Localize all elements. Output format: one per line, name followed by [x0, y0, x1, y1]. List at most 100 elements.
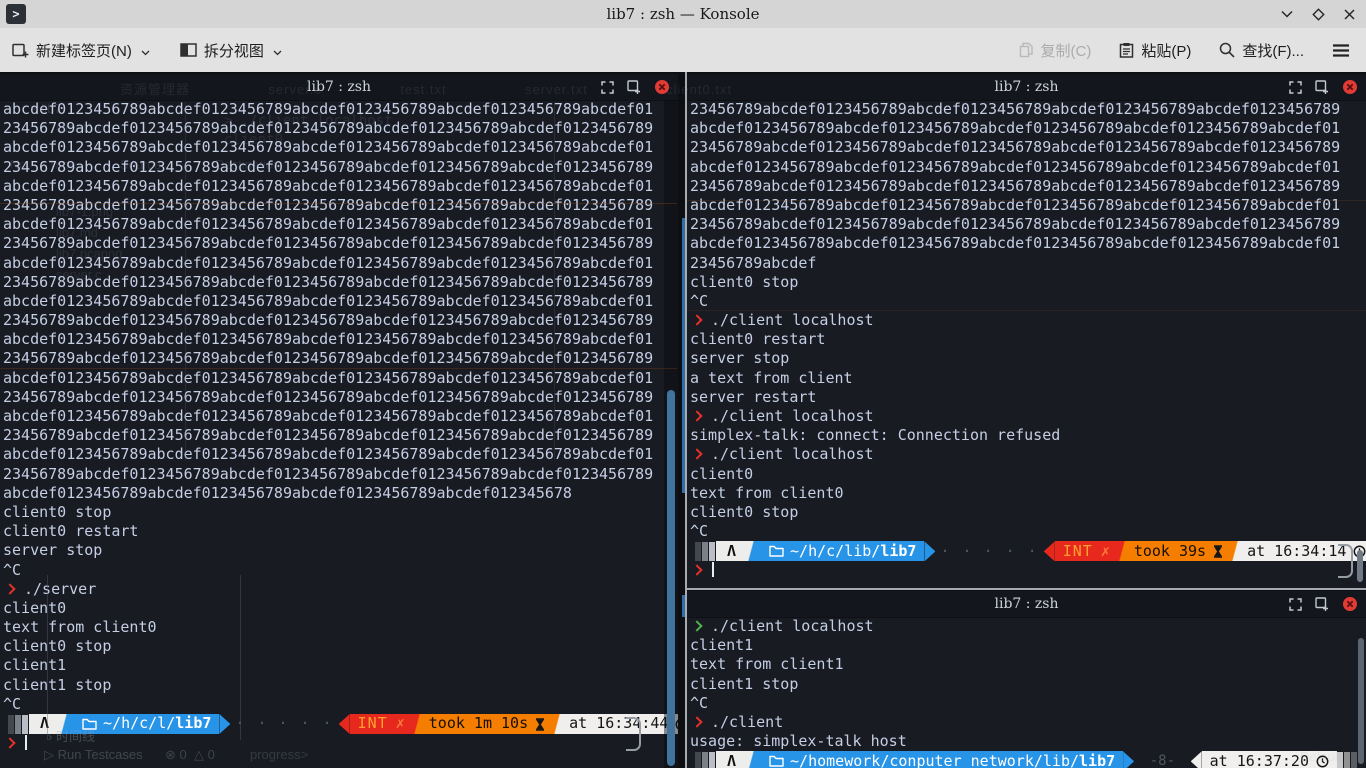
terminal-output-line: 23456789abcdef0123456789abcdef0123456789…	[3, 196, 678, 215]
terminal-input-line	[690, 561, 1366, 580]
split-view-button[interactable]: 拆分视图	[180, 40, 282, 61]
window-title: lib7 : zsh — Konsole	[0, 0, 1366, 28]
terminal-output-line: client0 restart	[690, 330, 1366, 349]
scrollbar-thumb-right-bottom-pane[interactable]	[1358, 638, 1364, 764]
copy-label: 复制(C)	[1041, 40, 1092, 61]
terminal-command-line: ./client localhost	[690, 311, 1366, 330]
scrollbar-thumb-right-top-pane[interactable]	[1357, 550, 1363, 582]
terminal-output-line: client0 stop	[690, 273, 1366, 292]
vertical-splitter[interactable]	[685, 72, 687, 768]
terminal-output-line: text from client0	[690, 484, 1366, 503]
prompt-chevron-icon	[691, 449, 702, 460]
close-icon	[1344, 9, 1355, 20]
terminal-pane-right-bottom: lib7 : zsh ./client localhostclient1text…	[687, 591, 1366, 768]
exit-status-segment: INT✗	[350, 714, 413, 734]
terminal-output-line: 23456789abcdef0123456789abcdef0123456789…	[3, 119, 678, 138]
terminal-output-line: 23456789abcdef0123456789abcdef0123456789…	[690, 215, 1366, 234]
prompt-chevron-icon	[691, 314, 702, 325]
terminal-output-line: 23456789abcdef0123456789abcdef0123456789…	[690, 100, 1366, 119]
text-cursor	[25, 735, 27, 750]
close-view-icon[interactable]	[1342, 79, 1358, 95]
terminal-output-line: 23456789abcdef0123456789abcdef0123456789…	[3, 273, 678, 292]
terminal-output-line: server stop	[3, 541, 678, 560]
chevron-down-icon	[1281, 10, 1293, 18]
terminal-command-line: ./client localhost	[690, 617, 1366, 636]
duration-segment: took 1m 10s	[421, 714, 553, 734]
terminal-command-line: ./client localhost	[690, 407, 1366, 426]
prompt-chevron-icon	[691, 620, 702, 631]
terminal-output-line: abcdef0123456789abcdef0123456789abcdef01…	[690, 158, 1366, 177]
copy-icon	[1019, 42, 1034, 58]
diamond-icon	[1312, 8, 1325, 21]
maximize-view-icon[interactable]	[601, 81, 614, 94]
menu-button[interactable]	[1332, 44, 1350, 57]
terminal-output[interactable]: 23456789abcdef0123456789abcdef0123456789…	[690, 100, 1366, 588]
find-button[interactable]: 查找(F)...	[1219, 40, 1304, 61]
titlebar[interactable]: > lib7 : zsh — Konsole	[0, 0, 1366, 29]
close-view-icon[interactable]	[654, 79, 670, 95]
terminal-output[interactable]: abcdef0123456789abcdef0123456789abcdef01…	[3, 100, 678, 768]
split-view-label: 拆分视图	[204, 40, 264, 61]
paste-button[interactable]: 粘贴(P)	[1119, 40, 1191, 61]
terminal-output-line: abcdef0123456789abcdef0123456789abcdef01…	[3, 254, 678, 273]
terminal-output-line: client1	[3, 656, 678, 675]
hamburger-icon	[1332, 44, 1350, 57]
os-logo-icon: Λ	[29, 714, 60, 734]
exit-status-segment: INT✗	[1055, 541, 1118, 561]
terminal-output-line: 23456789abcdef0123456789abcdef0123456789…	[3, 388, 678, 407]
close-button[interactable]	[1342, 7, 1356, 21]
terminal-output-line: abcdef0123456789abcdef0123456789abcdef01…	[3, 407, 678, 426]
terminal-output-line: abcdef0123456789abcdef0123456789abcdef01…	[3, 100, 678, 119]
paste-icon	[1119, 42, 1134, 58]
chevron-down-icon	[273, 50, 282, 56]
terminal-output-line: 23456789abcdef0123456789abcdef0123456789…	[3, 311, 678, 330]
terminal-output-line: abcdef0123456789abcdef0123456789abcdef01…	[3, 330, 678, 349]
copy-button: 复制(C)	[1019, 40, 1092, 61]
new-tab-button[interactable]: 新建标签页(N)	[12, 40, 150, 61]
prompt-bar: Λ~/homework/conputer_network/lib/lib7-8-…	[690, 751, 1366, 768]
maximize-view-icon[interactable]	[1289, 81, 1302, 94]
terminal-output-line: 23456789abcdef0123456789abcdef0123456789…	[3, 158, 678, 177]
terminal-output-line: ^C	[690, 694, 1366, 713]
terminal-output-line: ^C	[690, 292, 1366, 311]
detach-view-icon[interactable]	[1315, 597, 1329, 611]
terminal-output-line: abcdef0123456789abcdef0123456789abcdef01…	[3, 445, 678, 464]
search-icon	[1219, 42, 1235, 58]
terminal-output-line: abcdef0123456789abcdef0123456789abcdef01…	[3, 292, 678, 311]
terminal-output-line: text from client0	[3, 618, 678, 637]
prompt-frame-bracket	[626, 717, 641, 751]
detach-view-icon[interactable]	[1315, 80, 1329, 94]
duration-segment: took 39s	[1126, 541, 1231, 561]
terminal-pane-left: lib7 : zsh abcdef0123456789abcdef0123456…	[0, 74, 678, 768]
maximize-button[interactable]	[1311, 7, 1325, 21]
terminal-output-line: abcdef0123456789abcdef0123456789abcdef01…	[3, 177, 678, 196]
horizontal-splitter[interactable]	[687, 588, 1366, 590]
pane-header[interactable]: lib7 : zsh	[0, 74, 678, 101]
paste-label: 粘贴(P)	[1141, 40, 1191, 61]
terminal-output-line: abcdef0123456789abcdef0123456789abcdef01…	[690, 196, 1366, 215]
terminal-output-line: ^C	[3, 695, 678, 714]
terminal-output-line: abcdef0123456789abcdef0123456789abcdef01…	[3, 484, 678, 503]
cwd-segment: ~/h/c/lib/lib7	[755, 541, 924, 561]
terminal-output-line: usage: simplex-talk host	[690, 732, 1366, 751]
pane-title: lib7 : zsh	[687, 591, 1366, 617]
prompt-chevron-icon	[4, 583, 15, 594]
pane-header[interactable]: lib7 : zsh	[687, 591, 1366, 618]
maximize-view-icon[interactable]	[1289, 598, 1302, 611]
terminal-output-line: abcdef0123456789abcdef0123456789abcdef01…	[3, 369, 678, 388]
pane-header[interactable]: lib7 : zsh	[687, 74, 1366, 101]
close-view-icon[interactable]	[1342, 596, 1358, 612]
detach-view-icon[interactable]	[627, 80, 641, 94]
terminal-command-line: ./client	[690, 713, 1366, 732]
terminal-output[interactable]: ./client localhostclient1text from clien…	[690, 617, 1366, 768]
terminal-command-line: ./server	[3, 580, 678, 599]
terminal-output-line: abcdef0123456789abcdef0123456789abcdef01…	[690, 234, 1366, 253]
scrollbar-thumb-left-pane[interactable]	[667, 390, 675, 766]
time-segment: at 16:34:44	[561, 714, 678, 734]
minimize-button[interactable]	[1280, 7, 1294, 21]
terminal-output-line: ^C	[690, 522, 1366, 541]
terminal-output-line: client0 restart	[3, 522, 678, 541]
prompt-frame-bracket	[1338, 544, 1353, 578]
terminal-output-line: server restart	[690, 388, 1366, 407]
pane-title: lib7 : zsh	[687, 74, 1366, 100]
